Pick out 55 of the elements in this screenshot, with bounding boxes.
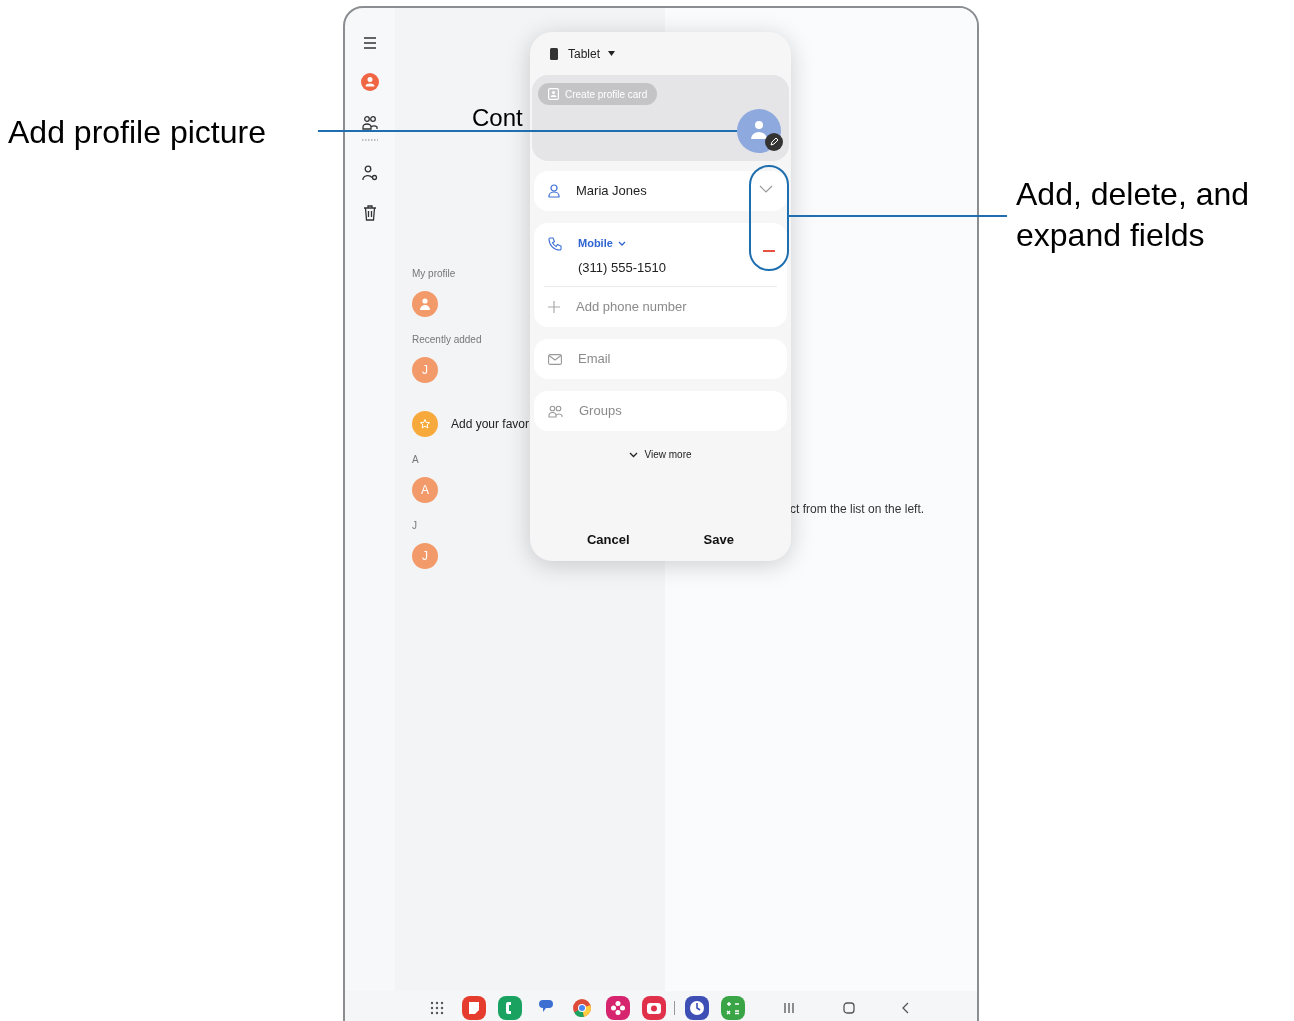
section-header: J bbox=[412, 520, 417, 532]
chevron-down-icon bbox=[629, 451, 639, 458]
add-phone-number-label: Add phone number bbox=[576, 298, 687, 317]
callout-label: Add, delete, and expand fields bbox=[1016, 175, 1251, 255]
pencil-icon bbox=[765, 133, 783, 151]
callout-label: Add profile picture bbox=[8, 113, 266, 151]
remove-field-button[interactable] bbox=[761, 247, 777, 255]
add-profile-picture-button[interactable] bbox=[737, 109, 781, 153]
list-title: Cont bbox=[472, 104, 524, 132]
cancel-button[interactable]: Cancel bbox=[583, 529, 634, 549]
envelope-icon bbox=[548, 353, 562, 365]
section-header: Recently added bbox=[412, 334, 482, 346]
group-icon bbox=[548, 404, 563, 418]
plus-icon bbox=[548, 301, 560, 313]
star-avatar-icon[interactable] bbox=[412, 411, 438, 437]
chevron-down-icon bbox=[617, 240, 626, 246]
menu-icon[interactable] bbox=[363, 37, 377, 49]
email-placeholder: Email bbox=[578, 350, 611, 369]
save-button[interactable]: Save bbox=[699, 529, 738, 549]
card-icon bbox=[548, 88, 559, 100]
storage-dropdown[interactable]: Tablet bbox=[568, 44, 616, 63]
groups-placeholder: Groups bbox=[579, 402, 622, 421]
phone-type-dropdown[interactable]: Mobile bbox=[578, 235, 666, 252]
trash-icon[interactable] bbox=[363, 205, 377, 221]
name-field[interactable]: Maria Jones bbox=[534, 171, 787, 211]
person-outline-icon bbox=[548, 184, 560, 198]
section-header: A bbox=[412, 454, 419, 466]
expand-chevron-icon[interactable] bbox=[759, 185, 773, 193]
app-grid-icon[interactable] bbox=[430, 1000, 444, 1015]
phone-value: (311) 555-1510 bbox=[578, 258, 666, 277]
phone-app-icon[interactable] bbox=[498, 995, 522, 1020]
empty-detail-hint: ct from the list on the left. bbox=[790, 501, 926, 518]
add-favorites-text[interactable]: Add your favor bbox=[451, 415, 530, 433]
flower-app-icon[interactable] bbox=[606, 995, 630, 1020]
view-more-button[interactable]: View more bbox=[629, 447, 692, 462]
contacts-icon[interactable] bbox=[362, 115, 378, 131]
name-value: Maria Jones bbox=[576, 182, 647, 201]
section-header: My profile bbox=[412, 268, 456, 280]
tablet-icon bbox=[550, 47, 558, 60]
recent-apps-icon[interactable] bbox=[783, 1001, 795, 1014]
add-phone-number-row[interactable]: Add phone number bbox=[534, 287, 787, 327]
person-icon bbox=[751, 120, 767, 140]
dropdown-triangle-icon bbox=[608, 51, 616, 56]
clock-app-icon[interactable] bbox=[685, 995, 709, 1020]
dots-divider-icon bbox=[362, 139, 378, 141]
home-icon[interactable] bbox=[843, 1001, 855, 1014]
manage-contacts-icon[interactable] bbox=[362, 165, 378, 181]
email-field[interactable]: Email bbox=[534, 339, 787, 379]
camera-app-icon[interactable] bbox=[642, 995, 666, 1020]
groups-field[interactable]: Groups bbox=[534, 391, 787, 431]
back-icon[interactable] bbox=[901, 1001, 909, 1014]
phone-icon bbox=[548, 237, 562, 251]
profile-icon[interactable] bbox=[361, 73, 379, 91]
calculator-app-icon[interactable] bbox=[721, 995, 745, 1020]
notes-app-icon[interactable] bbox=[462, 995, 486, 1020]
